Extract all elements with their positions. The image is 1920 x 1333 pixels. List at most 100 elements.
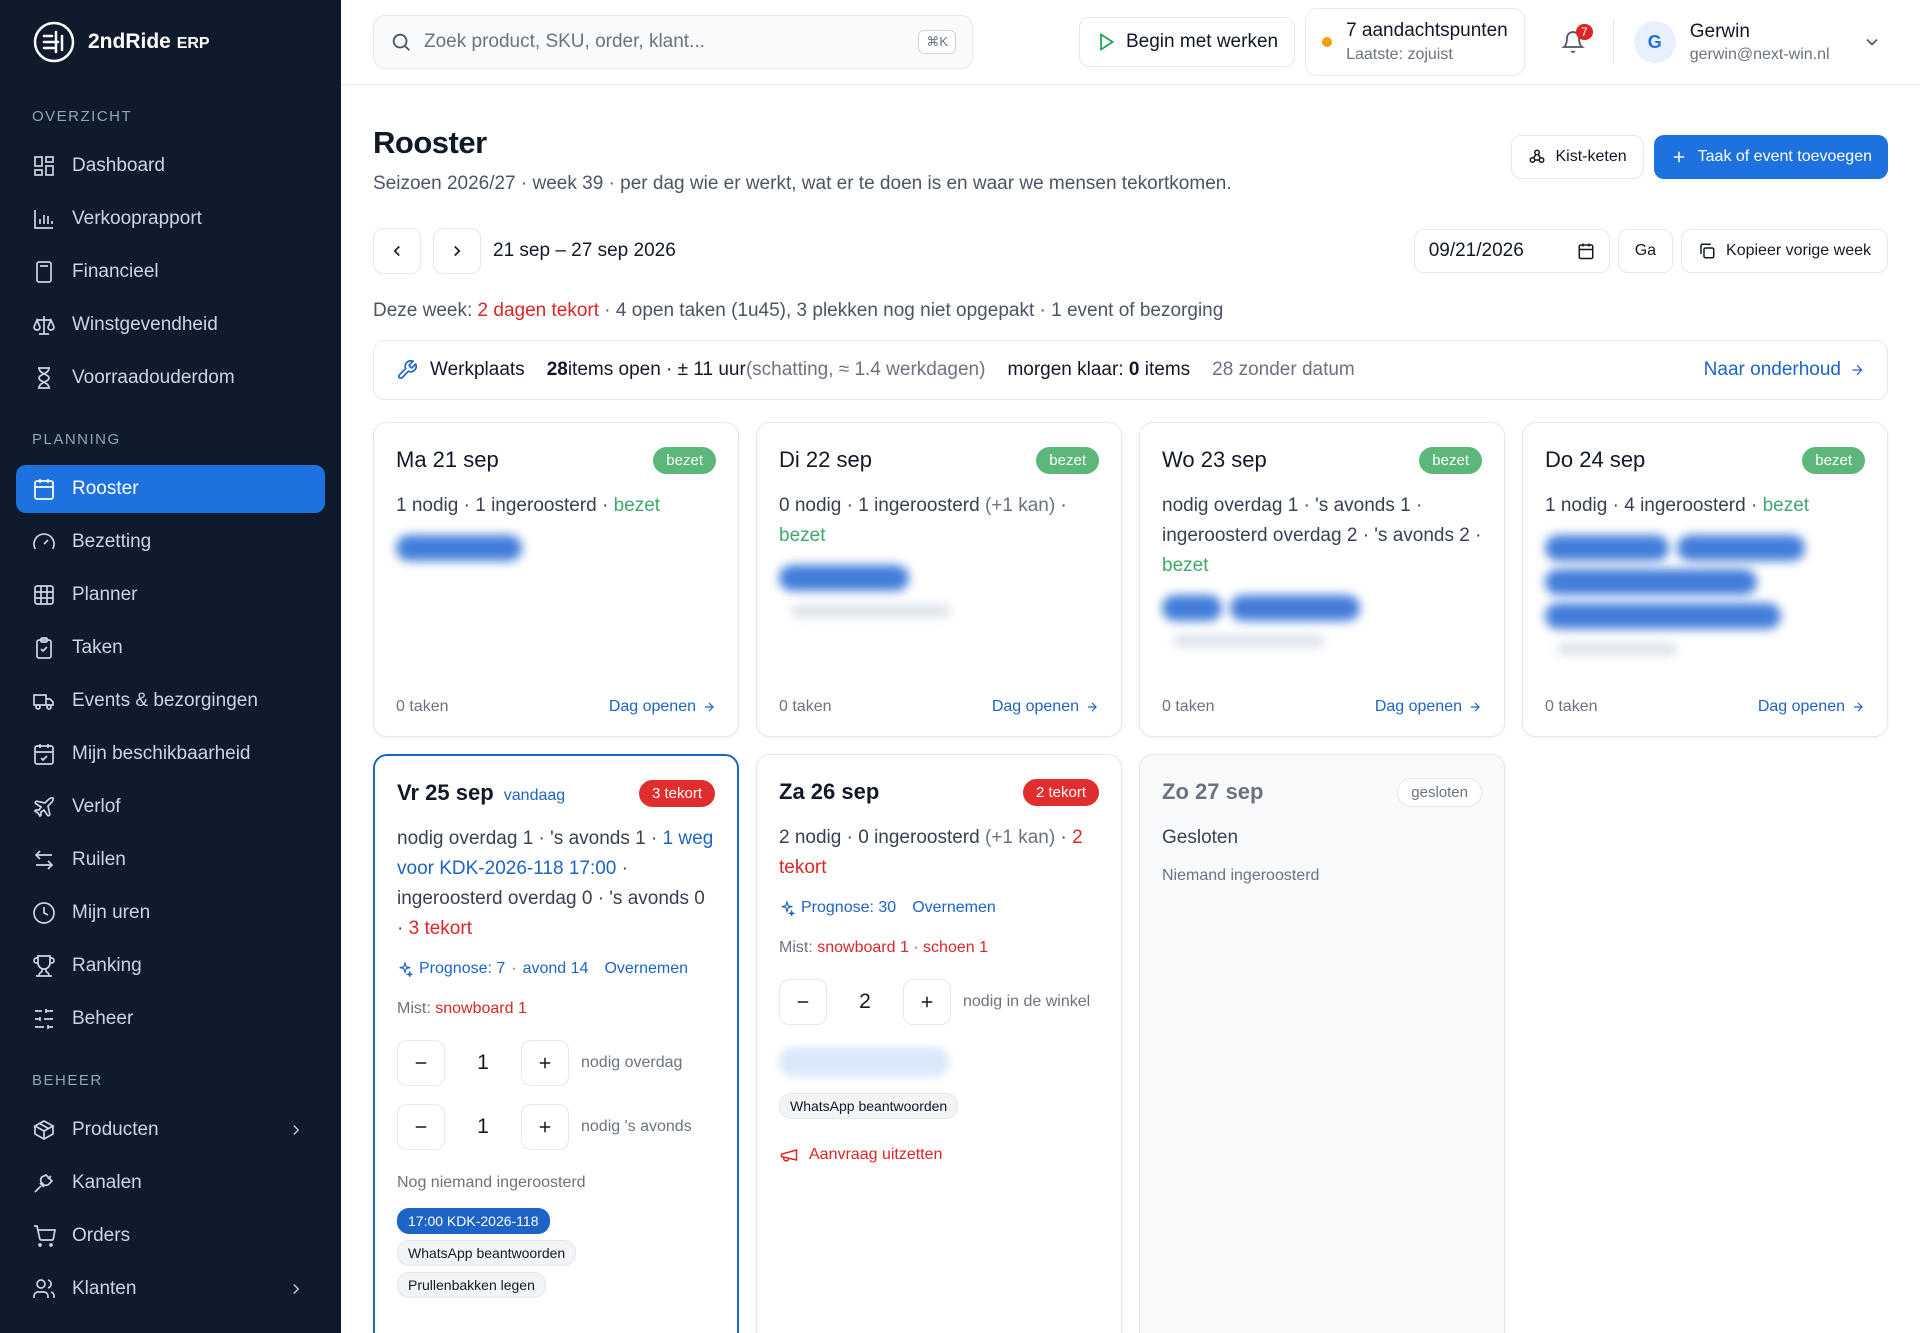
- sidebar-item-label: Planner: [72, 584, 138, 605]
- decrement-button[interactable]: [397, 1104, 445, 1150]
- day-card-wed[interactable]: Wo 23 sep bezet nodig overdag 1 · 's avo…: [1139, 422, 1505, 737]
- open-day-link[interactable]: Dag openen: [609, 698, 716, 716]
- sidebar-item-bezetting[interactable]: Bezetting: [16, 518, 325, 566]
- chevron-right-icon: [293, 1125, 300, 1135]
- user-menu[interactable]: G Gerwin gerwin@next-win.nl: [1633, 21, 1882, 64]
- sidebar-item-beheer[interactable]: Beheer: [16, 995, 325, 1043]
- sidebar-item-label: Dashboard: [72, 155, 165, 176]
- go-button[interactable]: Ga: [1617, 229, 1674, 273]
- sidebar-item-winstgevendheid[interactable]: Winstgevendheid: [16, 301, 325, 349]
- open-day-link[interactable]: Dag openen: [1758, 698, 1865, 716]
- chevron-right-icon: [454, 245, 461, 257]
- attention-dot: [1322, 37, 1333, 47]
- sidebar-item-financieel[interactable]: Financieel: [16, 248, 325, 296]
- avatar: G: [1633, 21, 1676, 63]
- plus-icon: [539, 1121, 551, 1133]
- day-card-thu[interactable]: Do 24 sep bezet 1 nodig · 4 ingeroosterd…: [1522, 422, 1888, 737]
- sidebar-item-beschikbaarheid[interactable]: Mijn beschikbaarheid: [16, 730, 325, 778]
- status-badge: bezet: [1419, 446, 1482, 474]
- request-label: Aanvraag uitzetten: [809, 1146, 943, 1163]
- sidebar-item-dashboard[interactable]: Dashboard: [16, 142, 325, 190]
- task-chips: WhatsApp beantwoorden: [779, 1093, 1099, 1119]
- sidebar-item-klanten[interactable]: Klanten: [16, 1265, 325, 1313]
- sidebar-item-ranking[interactable]: Ranking: [16, 942, 325, 990]
- next-week-button[interactable]: [433, 228, 481, 274]
- attention-title: 7 aandachtspunten: [1346, 20, 1508, 41]
- copy-week-button[interactable]: Kopieer vorige week: [1681, 229, 1888, 273]
- sidebar-item-verlof[interactable]: Verlof: [16, 783, 325, 831]
- day-card-sun[interactable]: Zo 27 sep gesloten Gesloten Niemand inge…: [1139, 754, 1505, 1333]
- increment-button[interactable]: [521, 1040, 569, 1086]
- task-count: 0 taken: [396, 698, 449, 715]
- brand[interactable]: 2ndRide ERP: [16, 0, 325, 84]
- task-count: 0 taken: [1162, 698, 1215, 715]
- app-root: 2ndRide ERP OVERZICHT Dashboard Verkoopr…: [0, 0, 1920, 1333]
- minus-icon: [415, 1062, 427, 1064]
- sidebar-item-events[interactable]: Events & bezorgingen: [16, 677, 325, 725]
- decrement-button[interactable]: [779, 979, 827, 1025]
- increment-button[interactable]: [521, 1104, 569, 1150]
- sidebar-item-label: Ruilen: [72, 849, 126, 870]
- attention-button[interactable]: 7 aandachtspunten Laatste: zojuist: [1305, 8, 1525, 76]
- day-card-mon[interactable]: Ma 21 sep bezet 1 nodig · 1 ingeroosterd…: [373, 422, 739, 737]
- sidebar-item-producten[interactable]: Producten: [16, 1106, 325, 1154]
- notifications-button[interactable]: 7: [1553, 22, 1593, 62]
- take-over-link[interactable]: Overnemen: [604, 960, 688, 978]
- status-badge: bezet: [1802, 446, 1865, 474]
- content: Rooster Seizoen 2026/27 · week 39 · per …: [341, 85, 1920, 1333]
- calendar-check-icon: [34, 744, 54, 765]
- search-input[interactable]: Zoek product, SKU, order, klant... ⌘K: [373, 15, 973, 69]
- search-placeholder: Zoek product, SKU, order, klant...: [424, 31, 705, 52]
- sidebar-item-label: Beheer: [72, 1008, 134, 1029]
- sidebar-item-rooster[interactable]: Rooster: [16, 465, 325, 513]
- sidebar-item-verkooprapport[interactable]: Verkooprapport: [16, 195, 325, 243]
- day-card-fri[interactable]: Vr 25 sep vandaag 3 tekort nodig overdag…: [373, 754, 739, 1333]
- open-day-link[interactable]: Dag openen: [1375, 698, 1482, 716]
- begin-work-button[interactable]: Begin met werken: [1079, 17, 1296, 67]
- task-chip[interactable]: Prullenbakken legen: [397, 1272, 546, 1298]
- task-chip[interactable]: WhatsApp beantwoorden: [397, 1240, 577, 1266]
- sidebar-item-label: Orders: [72, 1225, 131, 1246]
- sidebar-item-voorraadouderdom[interactable]: Voorraadouderdom: [16, 354, 325, 402]
- date-value: 09/21/2026: [1428, 240, 1524, 261]
- calendar-icon: [34, 479, 54, 500]
- chain-button[interactable]: Kist-keten: [1510, 135, 1644, 179]
- sidebar-item-orders[interactable]: Orders: [16, 1212, 325, 1260]
- date-input[interactable]: 09/21/2026: [1413, 229, 1610, 273]
- stepper-label: nodig 's avonds: [581, 1118, 692, 1135]
- day-card-tue[interactable]: Di 22 sep bezet 0 nodig · 1 ingeroosterd…: [756, 422, 1122, 737]
- sidebar-item-mijn-uren[interactable]: Mijn uren: [16, 889, 325, 937]
- request-button[interactable]: Aanvraag uitzetten: [779, 1145, 1099, 1165]
- day-card-sat[interactable]: Za 26 sep 2 tekort 2 nodig · 0 ingeroost…: [756, 754, 1122, 1333]
- summary-prefix: Deze week:: [373, 300, 478, 321]
- sidebar: 2ndRide ERP OVERZICHT Dashboard Verkoopr…: [0, 0, 341, 1333]
- sidebar-item-label: Voorraadouderdom: [72, 367, 235, 388]
- sidebar-item-planner[interactable]: Planner: [16, 571, 325, 619]
- maintenance-link[interactable]: Naar onderhoud: [1704, 359, 1865, 381]
- sidebar-item-ruilen[interactable]: Ruilen: [16, 836, 325, 884]
- decrement-button[interactable]: [397, 1040, 445, 1086]
- task-chip[interactable]: WhatsApp beantwoorden: [779, 1093, 959, 1119]
- quantity-stepper-day: 1 nodig overdag: [397, 1040, 715, 1086]
- brand-name: 2ndRide ERP: [88, 30, 210, 53]
- take-over-link[interactable]: Overnemen: [912, 899, 996, 917]
- staff-chips-blurred: [396, 535, 716, 561]
- sidebar-item-label: Mijn uren: [72, 902, 151, 923]
- day-summary: nodig overdag 1 · 's avonds 1 · 1 weg vo…: [397, 828, 714, 939]
- increment-button[interactable]: [903, 979, 951, 1025]
- sidebar-item-label: Rooster: [72, 478, 139, 499]
- cart-icon: [34, 1225, 56, 1247]
- event-chip[interactable]: 17:00 KDK-2026-118: [397, 1208, 550, 1234]
- sidebar-item-kanalen[interactable]: Kanalen: [16, 1159, 325, 1207]
- prev-week-button[interactable]: [373, 228, 421, 274]
- workshop-tomorrow: morgen klaar: 0 items: [1007, 359, 1191, 380]
- day-title: Zo 27 sep: [1162, 779, 1264, 804]
- add-task-button[interactable]: Taak of event toevoegen: [1653, 135, 1888, 179]
- sidebar-item-taken[interactable]: Taken: [16, 624, 325, 672]
- workshop-items-text: items open · ± 11 uur: [567, 359, 746, 380]
- day-summary: 0 nodig · 1 ingeroosterd (+1 kan) · beze…: [779, 495, 1067, 546]
- summary-rest: · 4 open taken (1u45), 3 plekken nog nie…: [599, 300, 1224, 321]
- day-title: Di 22 sep: [779, 447, 872, 472]
- open-day-link[interactable]: Dag openen: [992, 698, 1099, 716]
- day-summary: 1 nodig · 4 ingeroosterd · bezet: [1545, 495, 1810, 516]
